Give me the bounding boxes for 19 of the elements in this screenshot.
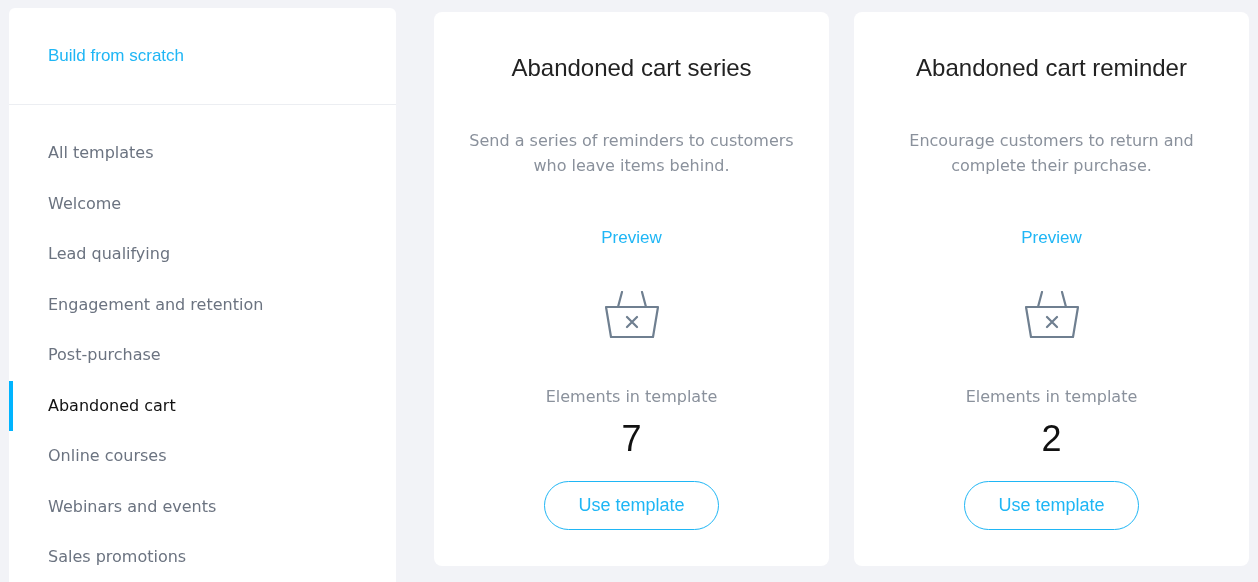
sidebar-item[interactable]: Online courses xyxy=(9,431,396,482)
basket-with-x-icon xyxy=(604,290,659,339)
sidebar-item[interactable]: Post-purchase xyxy=(9,330,396,381)
sidebar-item[interactable]: Lead qualifying xyxy=(9,229,396,280)
elements-label: Elements in template xyxy=(545,385,718,408)
basket-with-x-icon xyxy=(1024,290,1079,339)
sidebar-item[interactable]: All templates xyxy=(9,128,396,179)
template-title: Abandoned cart series xyxy=(511,53,752,83)
elements-count: 2 xyxy=(1041,420,1062,457)
template-title: Abandoned cart reminder xyxy=(916,53,1187,83)
sidebar-item[interactable]: Abandoned cart xyxy=(9,380,396,431)
elements-count: 7 xyxy=(621,420,642,457)
template-description: Encourage customers to return and complete their purchase. xyxy=(908,130,1195,177)
template-description: Send a series of reminders to customers who leave items behind. xyxy=(468,130,795,177)
sidebar-item[interactable]: Engagement and retention xyxy=(9,279,396,330)
sidebar-item[interactable]: Welcome xyxy=(9,178,396,229)
sidebar-item[interactable]: Sales promotions xyxy=(9,532,396,582)
elements-label: Elements in template xyxy=(965,385,1138,408)
sidebar-item[interactable]: Webinars and events xyxy=(9,481,396,532)
